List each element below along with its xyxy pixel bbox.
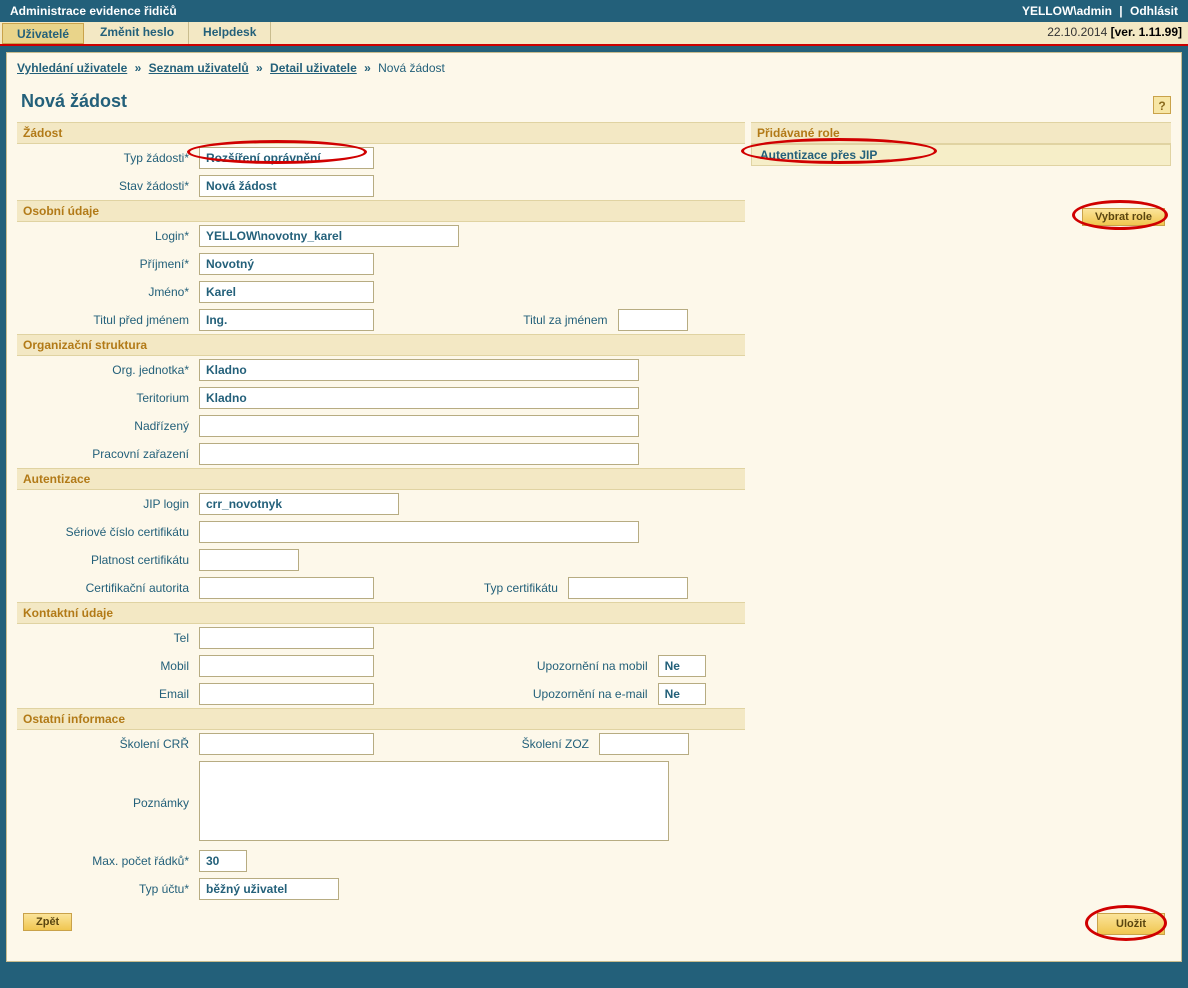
page-title: Nová žádost bbox=[21, 91, 127, 112]
breadcrumb: Vyhledání uživatele » Seznam uživatelů »… bbox=[17, 59, 1171, 87]
label-teritorium: Teritorium bbox=[136, 391, 189, 405]
version-number: [ver. 1.11.99] bbox=[1111, 25, 1182, 39]
label-titul-za: Titul za jménem bbox=[523, 313, 607, 327]
jip-login-field[interactable] bbox=[199, 493, 399, 515]
label-skoleni-zoz: Školení ZOZ bbox=[522, 737, 589, 751]
poznamky-field[interactable] bbox=[199, 761, 669, 841]
skoleni-crr-field[interactable] bbox=[199, 733, 374, 755]
logout-link[interactable]: Odhlásit bbox=[1130, 4, 1178, 18]
label-jmeno: Jméno* bbox=[148, 285, 189, 299]
prijmeni-field[interactable] bbox=[199, 253, 374, 275]
label-tel: Tel bbox=[174, 631, 189, 645]
stav-zadosti-field[interactable] bbox=[199, 175, 374, 197]
cert-type-field[interactable] bbox=[568, 577, 688, 599]
section-header-osobni: Osobní údaje bbox=[17, 200, 745, 222]
email-field[interactable] bbox=[199, 683, 374, 705]
label-jip-login: JIP login bbox=[143, 497, 189, 511]
user-label: YELLOW\admin bbox=[1022, 4, 1112, 18]
label-login: Login* bbox=[155, 229, 189, 243]
label-org-jednotka: Org. jednotka* bbox=[112, 363, 189, 377]
label-nadrizeny: Nadřízený bbox=[134, 419, 189, 433]
section-header-zadost: Žádost bbox=[17, 122, 745, 144]
max-radku-field[interactable] bbox=[199, 850, 247, 872]
upoz-email-field[interactable] bbox=[658, 683, 706, 705]
label-prijmeni: Příjmení* bbox=[140, 257, 189, 271]
label-stav-zadosti: Stav žádosti* bbox=[119, 179, 189, 193]
pracovni-field[interactable] bbox=[199, 443, 639, 465]
role-item[interactable]: Autentizace přes JIP bbox=[751, 144, 1171, 166]
select-roles-button[interactable]: Vybrat role bbox=[1082, 208, 1165, 226]
tab-zmenit-heslo[interactable]: Změnit heslo bbox=[86, 22, 189, 44]
menubar: Uživatelé Změnit heslo Helpdesk 22.10.20… bbox=[0, 22, 1188, 46]
breadcrumb-current: Nová žádost bbox=[378, 61, 445, 75]
version-date: 22.10.2014 bbox=[1047, 25, 1107, 39]
label-titul-pred: Titul před jménem bbox=[93, 313, 189, 327]
save-button[interactable]: Uložit bbox=[1097, 913, 1165, 935]
label-cert-valid: Platnost certifikátu bbox=[91, 553, 189, 567]
section-header-auth: Autentizace bbox=[17, 468, 745, 490]
separator: | bbox=[1115, 4, 1126, 18]
label-cert-auth: Certifikační autorita bbox=[86, 581, 189, 595]
label-pracovni: Pracovní zařazení bbox=[92, 447, 189, 461]
org-jednotka-field[interactable] bbox=[199, 359, 639, 381]
label-upoz-email: Upozornění na e-mail bbox=[533, 687, 648, 701]
label-skoleni-crr: Školení CRŘ bbox=[120, 737, 189, 751]
app-title: Administrace evidence řidičů bbox=[10, 4, 177, 18]
label-upoz-mobil: Upozornění na mobil bbox=[537, 659, 648, 673]
mobil-field[interactable] bbox=[199, 655, 374, 677]
cert-auth-field[interactable] bbox=[199, 577, 374, 599]
back-button[interactable]: Zpět bbox=[23, 913, 72, 931]
user-area: YELLOW\admin | Odhlásit bbox=[1022, 4, 1178, 18]
cert-serial-field[interactable] bbox=[199, 521, 639, 543]
version-info: 22.10.2014 [ver. 1.11.99] bbox=[1041, 22, 1188, 44]
tab-helpdesk[interactable]: Helpdesk bbox=[189, 22, 271, 44]
skoleni-zoz-field[interactable] bbox=[599, 733, 689, 755]
breadcrumb-item[interactable]: Seznam uživatelů bbox=[149, 61, 249, 75]
titul-pred-field[interactable] bbox=[199, 309, 374, 331]
help-button[interactable]: ? bbox=[1153, 96, 1171, 114]
teritorium-field[interactable] bbox=[199, 387, 639, 409]
section-header-roles: Přidávané role bbox=[751, 122, 1171, 144]
label-mobil: Mobil bbox=[160, 659, 189, 673]
label-poznamky: Poznámky bbox=[133, 796, 189, 810]
nadrizeny-field[interactable] bbox=[199, 415, 639, 437]
jmeno-field[interactable] bbox=[199, 281, 374, 303]
login-field[interactable] bbox=[199, 225, 459, 247]
label-max-radku: Max. počet řádků* bbox=[92, 854, 189, 868]
label-cert-type: Typ certifikátu bbox=[484, 581, 558, 595]
breadcrumb-item[interactable]: Detail uživatele bbox=[270, 61, 357, 75]
tab-uzivatele[interactable]: Uživatelé bbox=[2, 23, 84, 44]
app-topbar: Administrace evidence řidičů YELLOW\admi… bbox=[0, 0, 1188, 22]
label-typ-uctu: Typ účtu* bbox=[139, 882, 189, 896]
section-header-kontakt: Kontaktní údaje bbox=[17, 602, 745, 624]
typ-zadosti-field[interactable] bbox=[199, 147, 374, 169]
label-cert-serial: Sériové číslo certifikátu bbox=[66, 525, 189, 539]
cert-valid-field[interactable] bbox=[199, 549, 299, 571]
label-typ-zadosti: Typ žádosti* bbox=[124, 151, 189, 165]
upoz-mobil-field[interactable] bbox=[658, 655, 706, 677]
section-header-ostatni: Ostatní informace bbox=[17, 708, 745, 730]
breadcrumb-item[interactable]: Vyhledání uživatele bbox=[17, 61, 127, 75]
tel-field[interactable] bbox=[199, 627, 374, 649]
section-header-org: Organizační struktura bbox=[17, 334, 745, 356]
typ-uctu-field[interactable] bbox=[199, 878, 339, 900]
label-email: Email bbox=[159, 687, 189, 701]
titul-za-field[interactable] bbox=[618, 309, 688, 331]
